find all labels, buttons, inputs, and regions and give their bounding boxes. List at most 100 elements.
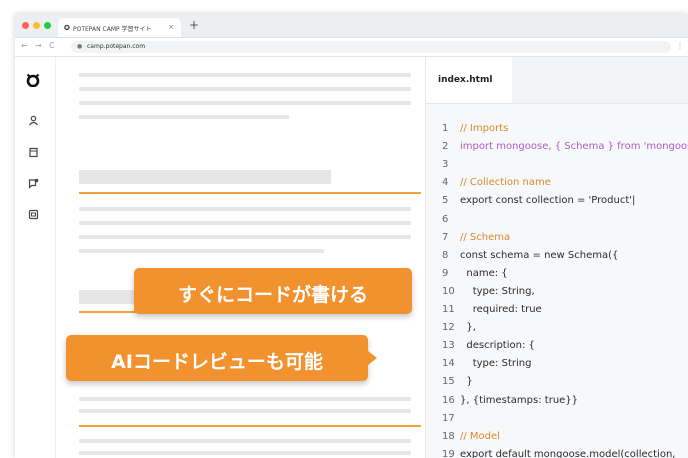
text-placeholder [79, 409, 411, 413]
line-number: 5 [442, 195, 449, 207]
heading-placeholder [79, 170, 331, 184]
text-placeholder [79, 87, 411, 91]
code-line: 15 } [442, 376, 473, 387]
line-number: 19 [442, 448, 455, 458]
code-line: 11 required: true [442, 304, 542, 315]
text-placeholder [79, 73, 411, 77]
code-line: 8 const schema = new Schema({ [442, 250, 618, 261]
lesson-content [56, 57, 425, 458]
close-window-button[interactable] [22, 22, 29, 29]
app-sidebar [15, 57, 56, 458]
back-icon[interactable]: ← [21, 41, 28, 50]
code-text: // Collection name [460, 177, 551, 189]
callout-arrow [368, 351, 377, 365]
code-line: 7 // Schema [442, 232, 510, 243]
code-line: 6 [442, 214, 460, 225]
code-text: export default mongoose.model(collection… [460, 448, 676, 458]
minimize-window-button[interactable] [33, 22, 40, 29]
line-number: 7 [442, 231, 449, 243]
code-text: }, {timestamps: true}} [460, 394, 579, 406]
url-text[interactable]: camp.potepan.com [87, 43, 145, 50]
code-line: 2 import mongoose, { Schema } from 'mongo… [442, 141, 688, 152]
quiz-icon[interactable] [28, 209, 39, 220]
new-tab-button[interactable]: + [189, 18, 199, 32]
code-line: 5 export const collection = 'Product'| [442, 195, 635, 206]
code-text: export const collection = 'Product'| [460, 195, 636, 207]
code-text: // Model [460, 430, 500, 442]
close-tab-icon[interactable]: × [168, 23, 174, 31]
lock-icon: ● [77, 43, 83, 50]
line-number: 14 [442, 358, 455, 370]
line-number: 4 [442, 177, 449, 189]
callout-text: AIコードレビューも可能 [111, 351, 323, 373]
editor-tab-label: index.html [438, 75, 493, 85]
code-line: 16 }, {timestamps: true}} [442, 395, 578, 406]
browser-tab[interactable]: ✪ POTEPAN CAMP 学習サイト × [58, 18, 181, 37]
section-divider [79, 192, 421, 194]
section-divider [79, 425, 421, 427]
code-line: 12 }, [442, 322, 476, 333]
code-text: } [460, 376, 473, 388]
code-line: 19 export default mongoose.model(collecti… [442, 449, 675, 458]
maximize-window-button[interactable] [44, 22, 51, 29]
line-number: 2 [442, 141, 449, 153]
code-text: description: { [460, 340, 535, 352]
text-placeholder [79, 101, 411, 105]
book-icon[interactable] [28, 147, 39, 158]
address-bar[interactable]: ● camp.potepan.com [71, 41, 671, 53]
editor-tab-index-html[interactable]: index.html [426, 57, 512, 103]
site-favicon-icon: ✪ [64, 24, 70, 32]
feature-callout-code: すぐにコードが書ける [134, 268, 412, 314]
code-line: 13 description: { [442, 340, 535, 351]
line-number: 3 [442, 159, 449, 171]
user-icon[interactable] [28, 115, 39, 126]
reload-icon[interactable]: C [49, 41, 55, 50]
text-placeholder [79, 439, 411, 443]
code-text: // Imports [460, 123, 509, 134]
line-number: 15 [442, 376, 455, 388]
line-number: 8 [442, 249, 449, 261]
line-number: 13 [442, 340, 455, 352]
text-placeholder [79, 115, 289, 119]
text-placeholder [79, 249, 324, 253]
code-line: 9 name: { [442, 268, 508, 279]
code-line: 3 [442, 159, 460, 170]
address-row: ← → C ● camp.potepan.com ⋮ [15, 38, 688, 57]
line-number: 10 [442, 285, 455, 297]
line-number: 11 [442, 304, 455, 315]
line-number: 6 [442, 213, 449, 225]
callout-text: すぐにコードが書ける [177, 284, 368, 306]
text-placeholder [79, 207, 411, 211]
text-placeholder [79, 451, 411, 455]
line-number: 18 [442, 430, 455, 442]
line-number: 12 [442, 322, 455, 334]
text-placeholder [79, 221, 411, 225]
code-text: type: String [460, 358, 532, 370]
text-placeholder [79, 397, 411, 401]
editor-tab-bar: index.html [426, 57, 688, 104]
feature-callout-review: AIコードレビューも可能 [66, 335, 377, 381]
browser-window: ✪ POTEPAN CAMP 学習サイト × + ← → C ● camp.po… [15, 14, 688, 458]
line-number: 16 [442, 394, 455, 406]
code-editor: index.html 1 // Imports 2 import mongoose, … [425, 57, 688, 458]
logo-icon[interactable] [26, 73, 40, 87]
browser-menu-icon[interactable]: ⋮ [676, 41, 684, 50]
line-number: 17 [442, 412, 455, 424]
code-line: 4 // Collection name [442, 177, 551, 188]
code-line: 10 type: String, [442, 286, 535, 297]
chat-icon[interactable] [28, 178, 39, 189]
code-text: name: { [460, 267, 508, 279]
code-line: 18 // Model [442, 431, 500, 442]
text-placeholder [79, 235, 411, 239]
code-line: 17 [442, 413, 460, 424]
code-line: 14 type: String [442, 358, 531, 369]
browser-title-bar: ✪ POTEPAN CAMP 学習サイト × + [15, 14, 688, 38]
code-text: }, [460, 322, 476, 334]
line-number: 1 [442, 123, 449, 134]
code-text: import mongoose, { Schema } from 'mongoo… [460, 141, 688, 153]
line-number: 9 [442, 267, 449, 279]
code-text: type: String, [460, 285, 535, 297]
code-text: const schema = new Schema({ [460, 249, 619, 261]
code-text: required: true [460, 304, 542, 315]
forward-icon[interactable]: → [35, 41, 42, 50]
